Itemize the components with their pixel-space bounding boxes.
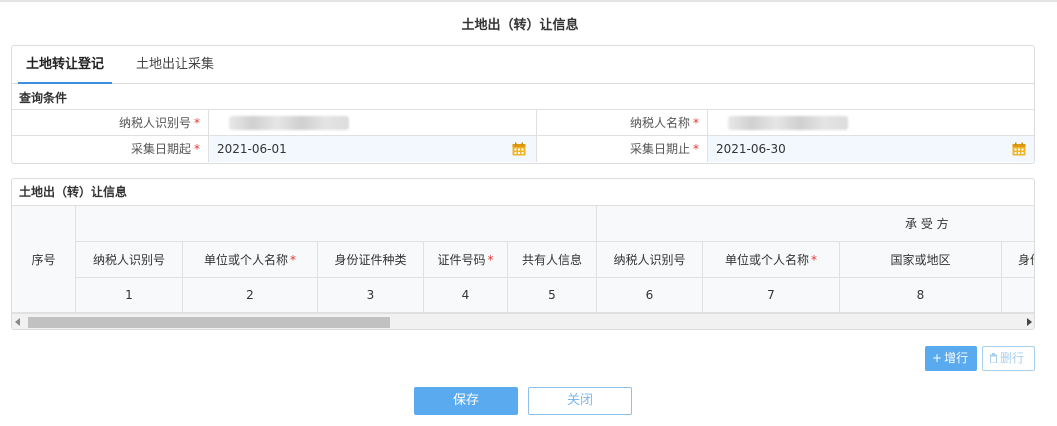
redacted-value	[229, 116, 349, 130]
delete-row-button[interactable]: 删行	[982, 346, 1035, 371]
save-button[interactable]: 保存	[414, 387, 518, 415]
scrollbar-thumb[interactable]	[28, 317, 390, 328]
taxpayer-id-field[interactable]	[209, 110, 536, 136]
grid-col-header[interactable]: 共有人信息	[508, 242, 597, 278]
date-from-value: 2021-06-01	[217, 142, 287, 156]
required-mark: *	[194, 142, 200, 156]
grid-col-number: 6	[597, 278, 703, 313]
grid-col-number: 2	[183, 278, 318, 313]
grid-col-number: 3	[318, 278, 424, 313]
date-from-label: 采集日期起 *	[12, 136, 209, 162]
grid-group-header-transferor	[76, 206, 597, 242]
grid-col-header[interactable]: 身份证件种类	[318, 242, 424, 278]
horizontal-scrollbar[interactable]	[12, 313, 1034, 329]
page-title: 土地出（转）让信息	[461, 18, 579, 33]
date-to-label: 采集日期止 *	[536, 136, 708, 162]
query-section-title: 查询条件	[12, 86, 1034, 110]
date-from-input[interactable]: 2021-06-01	[209, 136, 536, 162]
trash-icon	[989, 353, 998, 363]
grid-col-header[interactable]: 证件号码 *	[424, 242, 508, 278]
calendar-icon[interactable]	[1012, 142, 1026, 156]
required-mark: *	[811, 252, 817, 267]
required-mark: *	[487, 252, 494, 267]
scroll-right-arrow-icon[interactable]	[1027, 318, 1032, 326]
grid-col-header[interactable]: 身份	[1002, 242, 1034, 278]
required-mark: *	[290, 252, 296, 267]
close-button[interactable]: 关闭	[528, 387, 632, 415]
query-row-taxpayer: 纳税人识别号 * 纳税人名称 *	[12, 110, 1034, 136]
grid-col-header[interactable]: 纳税人识别号	[76, 242, 183, 278]
grid-col-header[interactable]: 单位或个人名称 *	[183, 242, 318, 278]
grid-col-number: 4	[424, 278, 508, 313]
grid-col-number: 8	[840, 278, 1002, 313]
required-mark: *	[693, 116, 699, 130]
grid-col-header[interactable]: 单位或个人名称 *	[703, 242, 840, 278]
scroll-left-arrow-icon[interactable]	[15, 318, 20, 326]
redacted-value	[728, 116, 848, 130]
land-info-grid-panel: 土地出（转）让信息 序号 承 受 方 纳税人识别号 单位或个人名称 * 身份证件种…	[11, 178, 1035, 330]
plus-icon: +	[932, 351, 943, 365]
tab-land-transfer-registration[interactable]: 土地转让登记	[18, 46, 112, 84]
taxpayer-id-label: 纳税人识别号 *	[12, 110, 209, 136]
date-to-value: 2021-06-30	[716, 142, 786, 156]
grid-group-header-transferee: 承 受 方	[597, 206, 1034, 242]
taxpayer-name-label: 纳税人名称 *	[536, 110, 708, 136]
taxpayer-name-field[interactable]	[708, 110, 1034, 136]
grid-col-number	[1002, 278, 1034, 313]
required-mark: *	[194, 116, 200, 130]
grid-col-header[interactable]: 纳税人识别号	[597, 242, 703, 278]
grid-col-number: 7	[703, 278, 840, 313]
grid-header-seq: 序号	[12, 206, 76, 313]
grid-col-number: 5	[508, 278, 597, 313]
add-row-button[interactable]: + 增行	[925, 346, 977, 371]
date-to-input[interactable]: 2021-06-30	[708, 136, 1034, 162]
query-panel: 土地转让登记 土地出让采集 查询条件 纳税人识别号 * 纳税人名称 * 采集日期起 *…	[11, 45, 1035, 164]
grid-section-title: 土地出（转）让信息	[12, 179, 1034, 206]
tab-land-grant-collection[interactable]: 土地出让采集	[130, 46, 220, 84]
land-info-grid: 序号 承 受 方 纳税人识别号 单位或个人名称 * 身份证件种类 证件号码 * 共有…	[12, 206, 1034, 313]
required-mark: *	[693, 142, 699, 156]
grid-col-number: 1	[76, 278, 183, 313]
query-row-dates: 采集日期起 * 2021-06-01 采集日期止 * 2021-06-30	[12, 136, 1034, 162]
top-divider	[0, 0, 1057, 2]
grid-col-header[interactable]: 国家或地区	[840, 242, 1002, 278]
calendar-icon[interactable]	[512, 142, 526, 156]
tab-bar: 土地转让登记 土地出让采集	[12, 46, 1034, 84]
